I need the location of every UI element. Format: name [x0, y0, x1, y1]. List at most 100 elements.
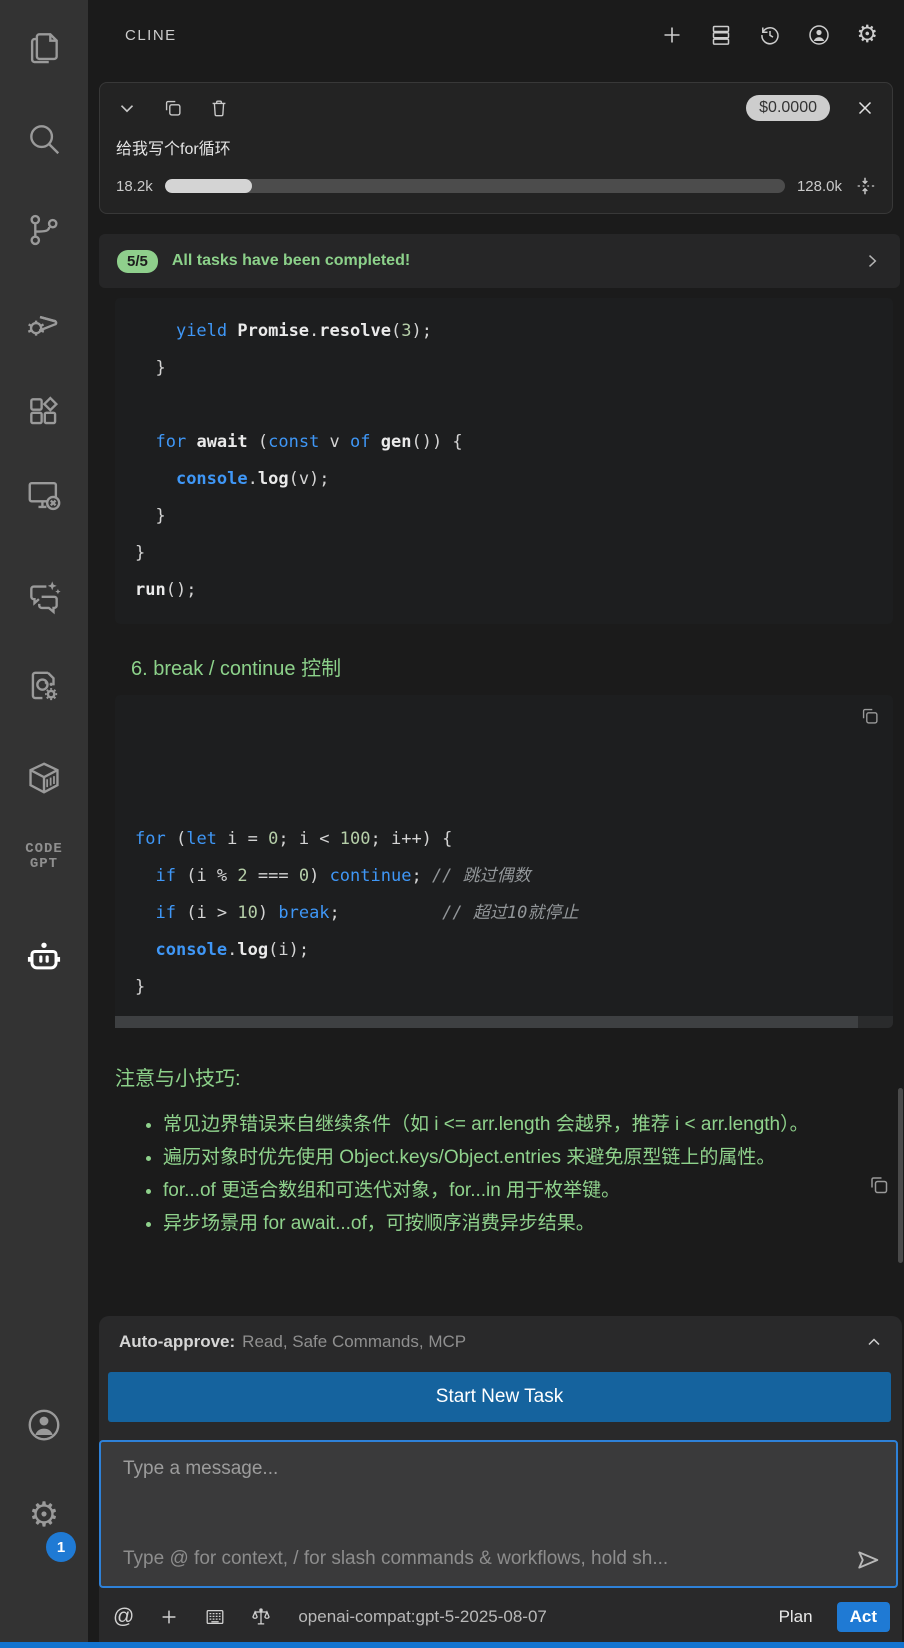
- settings-gear-icon: ⚙: [856, 21, 878, 48]
- chevron-up-icon: [864, 1332, 884, 1352]
- sidebar-item-account[interactable]: [0, 1406, 88, 1444]
- close-task-button[interactable]: [854, 97, 876, 119]
- compact-context-icon: [857, 177, 875, 195]
- code-line: }: [135, 358, 166, 378]
- sidebar-item-search[interactable]: [0, 120, 88, 158]
- auto-approve-label: Auto-approve:: [119, 1332, 236, 1351]
- sidebar-item-source-control[interactable]: [0, 211, 88, 249]
- send-button[interactable]: [854, 1546, 882, 1574]
- vertical-scrollbar[interactable]: [898, 1088, 903, 1263]
- mcp-servers-icon: [713, 25, 730, 45]
- send-icon: [858, 1551, 879, 1569]
- tip-item: 常见边界错误来自继续条件（如 i <= arr.length 会越界，推荐 i …: [163, 1109, 849, 1140]
- code-line: console.log(v);: [175, 469, 330, 489]
- mcp-servers-button[interactable]: [709, 23, 733, 47]
- close-icon: [858, 101, 872, 115]
- cpp-tools-icon: [31, 671, 58, 701]
- collapse-task-button[interactable]: [116, 97, 138, 119]
- start-new-task-button[interactable]: Start New Task: [108, 1372, 891, 1422]
- code-line: run();: [135, 580, 197, 600]
- sidebar-item-remote-explorer[interactable]: [0, 476, 88, 514]
- code-block-1: yield Promise.resolve(3); } for await (c…: [115, 298, 893, 624]
- sidebar-item-settings[interactable]: ⚙: [0, 1498, 88, 1532]
- code-line: }: [135, 977, 146, 997]
- task-card: $0.0000 给我写个for循环 18.2k 128.0k: [99, 82, 893, 214]
- settings-button[interactable]: ⚙: [856, 18, 878, 52]
- settings-badge: 1: [46, 1532, 76, 1562]
- code-line: for (let i = 0; i < 100; i++) {: [135, 829, 453, 849]
- markdown-heading: 6. break / continue 控制: [131, 658, 342, 680]
- new-task-button[interactable]: [660, 23, 684, 47]
- context-progress-fill: [164, 179, 252, 193]
- rules-button[interactable]: [204, 1606, 226, 1628]
- account-icon: [809, 25, 830, 45]
- account-button[interactable]: [807, 23, 831, 47]
- code-block-2: for (let i = 0; i < 100; i++) { if (i % …: [115, 695, 893, 1028]
- panel-title: CLINE: [125, 26, 177, 44]
- code-line: console.log(i);: [155, 940, 310, 960]
- model-selector[interactable]: openai-compat:gpt-5-2025-08-07: [298, 1607, 754, 1627]
- sidebar-item-extensions[interactable]: [0, 393, 88, 431]
- sidebar-item-chat[interactable]: [0, 577, 88, 615]
- context-mention-button[interactable]: @: [113, 1605, 134, 1629]
- explorer-icon: [30, 33, 58, 64]
- composer-placeholder: Type a message...: [123, 1458, 279, 1479]
- horizontal-scrollbar[interactable]: [115, 1016, 893, 1028]
- tip-item: 异步场景用 for await...of，可按顺序消费异步结果。: [163, 1208, 849, 1239]
- chevron-right-icon: [862, 251, 882, 271]
- message-composer[interactable]: Type a message... Type @ for context, / …: [99, 1440, 898, 1588]
- horizontal-scrollbar-thumb[interactable]: [115, 1016, 858, 1028]
- run-debug-icon: [27, 315, 58, 336]
- keyboard-icon: [206, 1609, 224, 1625]
- history-icon: [761, 27, 780, 45]
- trash-icon: [212, 100, 226, 117]
- cost-badge[interactable]: $0.0000: [746, 95, 830, 121]
- copy-icon: [862, 708, 878, 724]
- sidebar-item-codegpt[interactable]: CODE GPT: [0, 842, 88, 872]
- settings-gear-icon: ⚙: [28, 1496, 60, 1534]
- account-icon: [28, 1409, 60, 1441]
- code-line: for await (const v of gen()) {: [155, 432, 463, 452]
- delete-task-button[interactable]: [208, 97, 230, 119]
- tip-item: for...of 更适合数组和可迭代对象，for...in 用于枚举键。: [163, 1175, 849, 1206]
- code-line: }: [135, 506, 166, 526]
- composer-hint: Type @ for context, / for slash commands…: [123, 1548, 669, 1569]
- history-button[interactable]: [758, 23, 782, 47]
- tip-item: 遍历对象时优先使用 Object.keys/Object.entries 来避免…: [163, 1142, 849, 1173]
- code-line: }: [135, 543, 146, 563]
- copy-task-button[interactable]: [162, 97, 184, 119]
- auto-approve-value: Read, Safe Commands, MCP: [242, 1332, 467, 1351]
- context-max-label: 128.0k: [796, 177, 842, 195]
- remote-explorer-icon: [28, 481, 61, 511]
- sidebar-item-run-debug[interactable]: [0, 302, 88, 340]
- codegpt-logo: CODE GPT: [25, 841, 63, 872]
- progress-count-badge: 5/5: [117, 249, 158, 273]
- plan-mode-toggle[interactable]: Plan: [779, 1607, 813, 1627]
- copy-icon: [871, 1177, 888, 1194]
- plus-icon: [162, 1610, 176, 1624]
- copy-code-button[interactable]: [859, 705, 881, 727]
- add-attachment-button[interactable]: [158, 1606, 180, 1628]
- auto-approve-settings-button[interactable]: [250, 1606, 272, 1628]
- sidebar-item-cline[interactable]: [0, 938, 88, 976]
- panel-header: CLINE ⚙: [88, 0, 904, 70]
- task-progress-banner[interactable]: 5/5 All tasks have been completed!: [99, 234, 900, 288]
- copy-message-button[interactable]: [867, 1173, 891, 1197]
- code-line: yield Promise.resolve(3);: [175, 321, 432, 341]
- act-mode-toggle[interactable]: Act: [836, 1602, 890, 1632]
- code-line: if (i % 2 === 0) continue; // 跳过偶数: [155, 866, 531, 886]
- progress-banner-text: All tasks have been completed!: [171, 252, 411, 269]
- sidebar-item-container[interactable]: [0, 759, 88, 797]
- activity-bar: CODE GPT ⚙ 1: [0, 0, 88, 1648]
- source-control-icon: [30, 214, 58, 246]
- sidebar-item-cpp-tools[interactable]: [0, 668, 88, 706]
- extensions-icon: [30, 396, 59, 425]
- compact-context-button[interactable]: [854, 175, 876, 197]
- copy-icon: [165, 100, 181, 116]
- auto-approve-bar[interactable]: Auto-approve: Read, Safe Commands, MCP: [99, 1316, 902, 1364]
- sidebar-item-explorer[interactable]: [0, 28, 88, 66]
- status-bar-edge: [0, 1642, 904, 1648]
- chevron-down-icon: [120, 105, 134, 113]
- chat-scroll-area[interactable]: yield Promise.resolve(3); } for await (c…: [88, 288, 904, 1316]
